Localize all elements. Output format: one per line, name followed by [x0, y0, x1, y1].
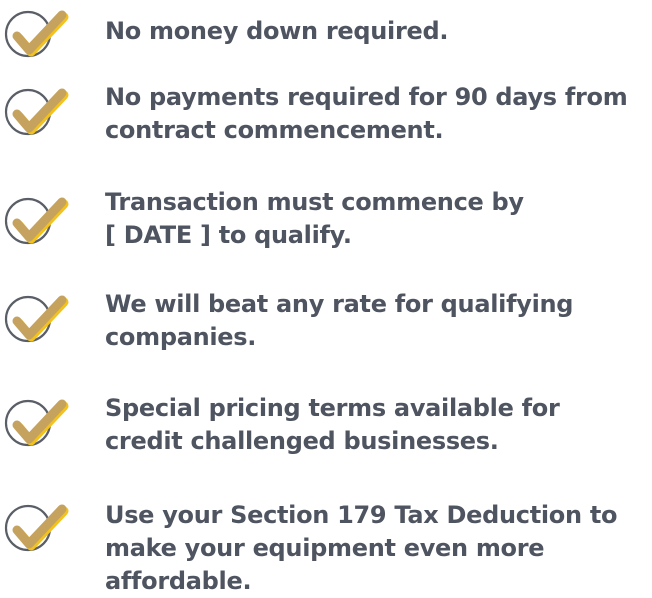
check-circle-icon [0, 190, 86, 250]
check-circle-icon [0, 81, 86, 141]
list-item-text: No payments required for 90 days from co… [105, 83, 628, 144]
list-item-text: Transaction must commence by [ DATE ] to… [105, 188, 524, 249]
check-circle-icon [0, 497, 86, 557]
check-circle-icon [0, 3, 86, 63]
list-item-text: Special pricing terms available for cred… [105, 394, 560, 455]
list-item-text: No money down required. [105, 17, 449, 45]
list-item-text: Use your Section 179 Tax Deduction to ma… [105, 501, 618, 595]
check-circle-icon [0, 392, 86, 452]
benefits-list: No money down required. No payments requ… [0, 0, 652, 596]
check-circle-icon [0, 288, 86, 348]
list-item-text: We will beat any rate for qualifying com… [105, 290, 574, 351]
